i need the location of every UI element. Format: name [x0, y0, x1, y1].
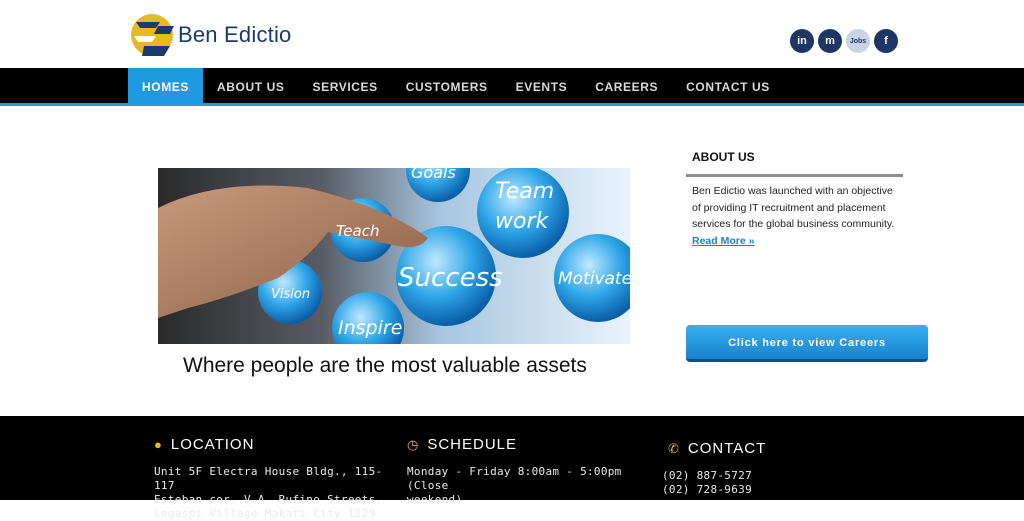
- bubble-text-inspire: Inspire: [338, 317, 402, 339]
- main-nav: HOMES ABOUT US SERVICES CUSTOMERS EVENTS…: [0, 68, 1024, 106]
- bubble-text-teach: Teach: [336, 222, 379, 240]
- facebook-icon[interactable]: f: [874, 29, 898, 53]
- brand-name: Ben Edictio: [178, 22, 292, 47]
- phone-number[interactable]: (02) 887-5727: [662, 469, 868, 483]
- about-us-text: Ben Edictio was launched with an objecti…: [692, 183, 902, 249]
- footer-contact: ✆ CONTACT (02) 887-5727 (02) 728-9639: [662, 440, 868, 497]
- nav-item-contact-us[interactable]: CONTACT US: [672, 68, 784, 103]
- jobsdb-icon[interactable]: Jobs: [846, 29, 870, 53]
- schedule-hours: Monday - Friday 8:00am - 5:00pm (Close w…: [407, 465, 647, 507]
- map-pin-icon: ●: [154, 437, 163, 452]
- nav-item-about-us[interactable]: ABOUT US: [203, 68, 298, 103]
- bubble-text-motivate: Motivate: [558, 269, 630, 289]
- contact-title: CONTACT: [687, 440, 767, 457]
- schedule-line: Monday - Friday 8:00am - 5:00pm (Close: [407, 465, 622, 492]
- nav-item-customers[interactable]: CUSTOMERS: [392, 68, 502, 103]
- logo-mark-icon: [130, 6, 176, 64]
- site-footer: ● LOCATION Unit 5F Electra House Bldg., …: [0, 416, 1024, 520]
- about-us-divider: [686, 174, 903, 177]
- clock-icon: ◷: [407, 436, 420, 452]
- phone-number[interactable]: (02) 728-9639: [662, 483, 868, 497]
- schedule-title: SCHEDULE: [427, 436, 518, 453]
- nav-item-careers[interactable]: CAREERS: [581, 68, 672, 103]
- bubble-text-vision: Vision: [271, 287, 310, 302]
- linkedin-icon[interactable]: in: [790, 29, 814, 53]
- phone-icon: ✆: [668, 440, 680, 456]
- contact-phones: (02) 887-5727 (02) 728-9639: [662, 469, 868, 497]
- monster-icon[interactable]: m: [818, 29, 842, 53]
- view-careers-button[interactable]: Click here to view Careers: [686, 325, 928, 362]
- schedule-line: weekend): [407, 493, 463, 506]
- read-more-link[interactable]: Read More »: [692, 235, 754, 247]
- hero-banner-image: Goals Team work Teach Success Motivate V…: [158, 168, 630, 344]
- banner-caption: Where people are the most valuable asset…: [183, 354, 587, 377]
- about-us-heading: ABOUT US: [692, 150, 755, 164]
- social-links: in m Jobs f: [790, 29, 898, 53]
- brand-logo[interactable]: Ben Edictio: [130, 6, 292, 64]
- location-title: LOCATION: [170, 436, 255, 453]
- footer-location: ● LOCATION Unit 5F Electra House Bldg., …: [154, 436, 384, 521]
- footer-schedule: ◷ SCHEDULE Monday - Friday 8:00am - 5:00…: [407, 436, 647, 507]
- about-us-description: Ben Edictio was launched with an objecti…: [692, 185, 895, 230]
- site-header: Ben Edictio in m Jobs f: [0, 0, 1024, 68]
- bubble-text-work: work: [495, 209, 549, 234]
- nav-item-events[interactable]: EVENTS: [502, 68, 582, 103]
- nav-item-services[interactable]: SERVICES: [298, 68, 391, 103]
- nav-item-homes[interactable]: HOMES: [128, 68, 204, 103]
- location-line: Unit 5F Electra House Bldg., 115-117: [154, 465, 383, 492]
- bubble-text-team: Team: [495, 179, 554, 204]
- location-line: Esteban cor. V.A. Rufino Streets,: [154, 493, 383, 506]
- bubble-text-success: Success: [398, 263, 503, 293]
- location-line: Legaspi Village Makati City 1229: [154, 507, 376, 520]
- bubble-text-goals: Goals: [411, 168, 456, 182]
- location-address: Unit 5F Electra House Bldg., 115-117 Est…: [154, 465, 384, 521]
